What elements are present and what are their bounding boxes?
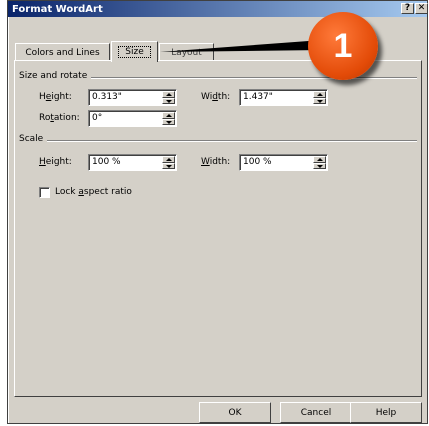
scale-height-label: Height: <box>39 157 72 167</box>
ok-button[interactable]: OK <box>199 402 271 423</box>
spin-up-icon[interactable] <box>313 91 326 98</box>
width-spinner[interactable]: 1.437" <box>239 89 328 106</box>
cancel-button[interactable]: Cancel <box>280 402 352 423</box>
tab-size[interactable]: Size <box>111 41 158 62</box>
section-title-scale: Scale <box>19 134 48 144</box>
spin-down-icon[interactable] <box>162 98 175 104</box>
help-icon[interactable]: ? <box>401 3 414 14</box>
spin-down-icon[interactable] <box>313 163 326 169</box>
size-tab-panel: Size and rotate Height: 0.313" Width: 1.… <box>14 60 422 397</box>
scale-width-spinner[interactable]: 100 % <box>239 154 328 171</box>
spin-up-icon[interactable] <box>162 91 175 98</box>
section-title-size-rotate: Size and rotate <box>19 71 92 81</box>
rotation-spinner[interactable]: 0° <box>88 110 177 127</box>
width-label: Width: <box>201 92 231 102</box>
scale-height-spinner[interactable]: 100 % <box>88 154 177 171</box>
width-value: 1.437" <box>243 92 273 102</box>
help-button[interactable]: Help <box>350 402 422 423</box>
rotation-label: Rotation: <box>39 113 80 123</box>
spin-down-icon[interactable] <box>162 163 175 169</box>
group-divider <box>19 140 417 142</box>
height-value: 0.313" <box>92 92 122 102</box>
scale-width-label: Width: <box>201 157 231 167</box>
tab-label: Layout <box>171 47 202 58</box>
window-title: Format WordArt <box>12 3 103 15</box>
scale-height-value: 100 % <box>92 157 121 167</box>
callout-badge: 1 <box>308 12 378 80</box>
scale-width-value: 100 % <box>243 157 272 167</box>
rotation-value: 0° <box>92 113 103 123</box>
lock-aspect-ratio-label[interactable]: Lock aspect ratio <box>55 187 132 197</box>
tab-label: Colors and Lines <box>25 47 100 58</box>
tab-label: Size <box>118 46 151 58</box>
close-icon[interactable]: ✕ <box>415 3 428 14</box>
callout-number: 1 <box>333 26 353 65</box>
title-bar[interactable]: Format WordArt ? ✕ <box>8 1 428 17</box>
spin-up-icon[interactable] <box>162 112 175 119</box>
height-label: Height: <box>39 92 72 102</box>
lock-aspect-ratio-checkbox[interactable] <box>39 187 50 198</box>
tab-colors-and-lines[interactable]: Colors and Lines <box>15 43 110 61</box>
spin-down-icon[interactable] <box>162 119 175 125</box>
height-spinner[interactable]: 0.313" <box>88 89 177 106</box>
spin-up-icon[interactable] <box>313 156 326 163</box>
tab-layout[interactable]: Layout <box>159 43 214 61</box>
spin-down-icon[interactable] <box>313 98 326 104</box>
spin-up-icon[interactable] <box>162 156 175 163</box>
